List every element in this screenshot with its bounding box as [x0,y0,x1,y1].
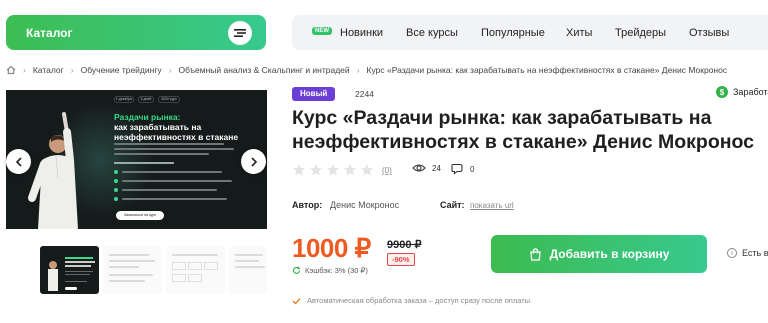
rating-stars[interactable] [292,163,377,177]
in-stock-info: i Есть в [727,248,768,258]
earn-link[interactable]: $ Заработа [716,86,768,98]
comment-icon [451,163,463,175]
catalog-button[interactable]: Каталог [6,15,266,50]
breadcrumb-current: Курс «Раздачи рынка: как зарабатывать на… [366,65,728,75]
star-icon[interactable] [292,163,306,177]
hero-cta: Записаться на курс [116,211,164,220]
nav-item-hits[interactable]: Хиты [566,27,592,39]
thumbnail-3[interactable] [166,246,225,294]
product-image[interactable]: 1 декабря 5 дней 3000 курс Раздачи рынка… [6,90,267,229]
breadcrumb-item[interactable]: Каталог [33,65,64,75]
bag-icon [529,247,541,261]
main-nav: NEW Новинки Все курсы Популярные Хиты Тр… [292,15,768,50]
site-label: Сайт: [440,200,465,210]
add-to-cart-label: Добавить в корзину [549,247,670,261]
prev-image-button[interactable] [6,149,31,174]
eye-icon [412,164,426,172]
auto-note-text: Автоматическая обработка заказа – доступ… [307,296,533,305]
star-icon[interactable] [326,163,340,177]
catalog-label: Каталог [26,25,73,40]
home-icon[interactable] [6,65,16,75]
next-image-button[interactable] [241,149,266,174]
nav-item-popular[interactable]: Популярные [481,27,545,39]
menu-icon [228,21,252,45]
in-stock-text: Есть в [742,248,768,258]
info-icon: i [727,248,737,258]
auto-processing-note: Автоматическая обработка заказа – доступ… [292,296,532,305]
new-badge: NEW [312,27,332,35]
comments-counter[interactable]: 0 [451,163,474,175]
author-label: Автор: [292,200,323,210]
views-counter: 24 [412,163,441,173]
cashback-info: Кэшбэк: 3% (30 ₽) [292,266,368,275]
chevron-left-icon [15,156,22,167]
dollar-icon: $ [716,86,728,98]
nav-item-traders[interactable]: Трейдеры [615,27,666,39]
product-sku: 2244 [355,89,374,99]
earn-label: Заработа [733,87,768,97]
breadcrumb-item[interactable]: Обучение трейдингу [81,65,162,75]
author-photo [28,112,78,229]
rating-count[interactable]: (0) [382,166,392,175]
hero-chip: 3000 курс [158,96,180,103]
thumbnail-4[interactable] [229,246,267,294]
comments-count: 0 [470,164,475,174]
views-count: 24 [432,163,441,173]
price: 1000 ₽ [292,233,371,263]
hero-chip: 5 дней [138,96,154,103]
breadcrumb: › Каталог › Обучение трейдингу › Объемны… [6,64,727,76]
hero-title: Раздачи рынка: как зарабатывать на неэфф… [114,112,254,142]
thumbnail-2[interactable] [103,246,162,294]
hero-title-accent: Раздачи рынка: [114,112,181,122]
star-icon[interactable] [309,163,323,177]
add-to-cart-button[interactable]: Добавить в корзину [491,235,707,273]
show-url-link[interactable]: показать url [470,201,514,210]
refresh-icon [292,266,301,274]
check-icon [292,297,301,305]
nav-item-all-courses[interactable]: Все курсы [406,27,458,39]
new-badge: Новый [292,87,336,101]
chevron-right-icon [250,156,257,167]
hero-chip: 1 декабря [114,96,134,103]
star-icon[interactable] [360,163,374,177]
star-icon[interactable] [343,163,357,177]
discount-badge: -90% [387,253,415,266]
product-title: Курс «Раздачи рынка: как зарабатывать на… [292,107,755,153]
nav-item-new[interactable]: Новинки [340,27,383,39]
hero-title-rest: как зарабатывать на неэффективностях в с… [114,122,239,142]
breadcrumb-item[interactable]: Объемный анализ & Скальпинг и интрадей [179,65,350,75]
cashback-text: Кэшбэк: 3% (30 ₽) [305,266,368,275]
thumbnail-1[interactable] [40,246,99,294]
old-price: 9900 ₽ [387,239,422,251]
nav-item-reviews[interactable]: Отзывы [689,27,729,39]
author-value[interactable]: Денис Мокронос [330,200,399,210]
